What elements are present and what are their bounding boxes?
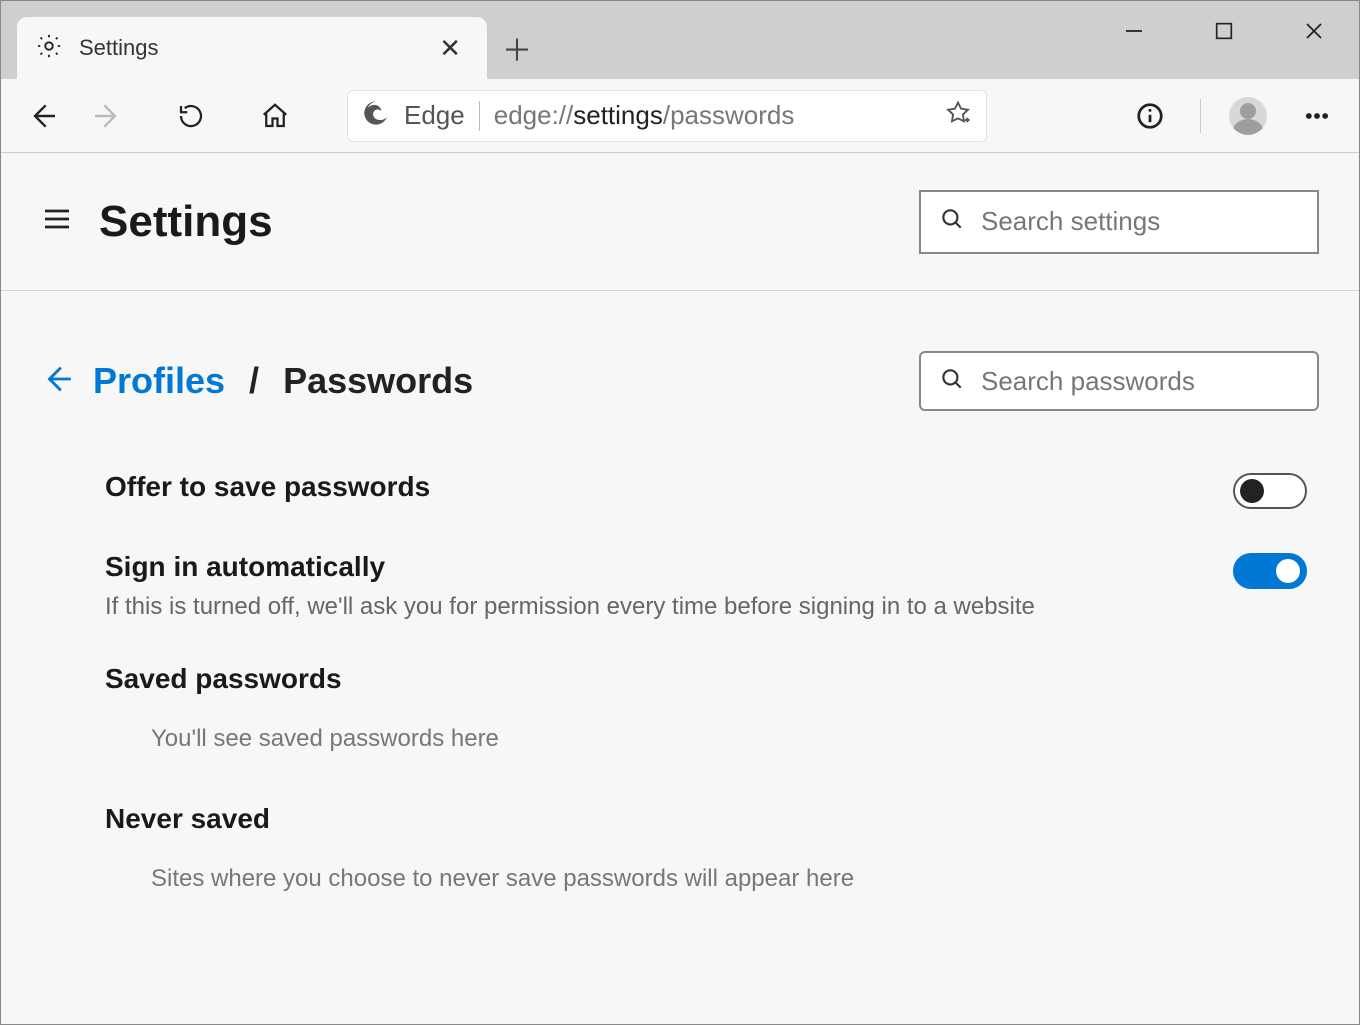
settings-title: Settings [99,197,273,247]
search-passwords-box[interactable] [919,351,1319,411]
breadcrumb-current: Passwords [283,360,473,402]
info-button[interactable] [1128,94,1172,138]
search-settings-box[interactable] [919,190,1319,254]
menu-icon[interactable] [41,203,73,240]
back-button[interactable] [21,94,65,138]
minimize-button[interactable] [1089,1,1179,61]
search-icon [939,206,965,237]
edge-logo-icon [362,99,390,132]
saved-passwords-empty-text: You'll see saved passwords here [151,725,1307,753]
sign-in-auto-desc: If this is turned off, we'll ask you for… [105,593,1233,621]
more-menu-button[interactable] [1295,94,1339,138]
never-saved-empty-text: Sites where you choose to never save pas… [151,865,1307,893]
saved-passwords-title: Saved passwords [105,663,1307,695]
close-window-button[interactable] [1269,1,1359,61]
address-url: edge://settings/passwords [494,100,930,131]
browser-tab[interactable]: Settings ✕ [17,17,487,79]
breadcrumb-back-button[interactable] [41,362,75,401]
favorite-icon[interactable] [944,99,972,132]
titlebar: Settings ✕ ＋ [1,1,1359,79]
profile-avatar[interactable] [1229,97,1267,135]
browser-toolbar: Edge edge://settings/passwords [1,79,1359,153]
new-tab-button[interactable]: ＋ [487,17,547,79]
address-label: Edge [404,100,465,131]
breadcrumb-separator: / [249,360,259,402]
search-icon [939,366,965,397]
breadcrumb-row: Profiles / Passwords [41,351,1319,411]
breadcrumb-parent-link[interactable]: Profiles [93,360,225,402]
toolbar-divider [1200,99,1201,133]
offer-save-passwords-row: Offer to save passwords [105,471,1307,509]
search-settings-input[interactable] [981,206,1316,237]
gear-icon [35,32,63,65]
never-saved-section: Never saved Sites where you choose to ne… [105,803,1307,893]
forward-button[interactable] [85,94,129,138]
offer-save-title: Offer to save passwords [105,471,1233,503]
home-button[interactable] [253,94,297,138]
window-controls [1089,1,1359,61]
refresh-button[interactable] [169,94,213,138]
saved-passwords-section: Saved passwords You'll see saved passwor… [105,663,1307,753]
sign-in-auto-toggle[interactable] [1233,553,1307,589]
offer-save-toggle[interactable] [1233,473,1307,509]
close-tab-button[interactable]: ✕ [431,29,469,68]
sign-in-auto-title: Sign in automatically [105,551,1233,583]
address-bar[interactable]: Edge edge://settings/passwords [347,90,987,142]
never-saved-title: Never saved [105,803,1307,835]
settings-header: Settings [1,153,1359,291]
maximize-button[interactable] [1179,1,1269,61]
sign-in-auto-row: Sign in automatically If this is turned … [105,551,1307,621]
tab-title: Settings [79,35,431,61]
address-divider [479,101,480,131]
settings-content: Profiles / Passwords Offer to save passw… [1,291,1359,1024]
search-passwords-input[interactable] [981,366,1316,397]
